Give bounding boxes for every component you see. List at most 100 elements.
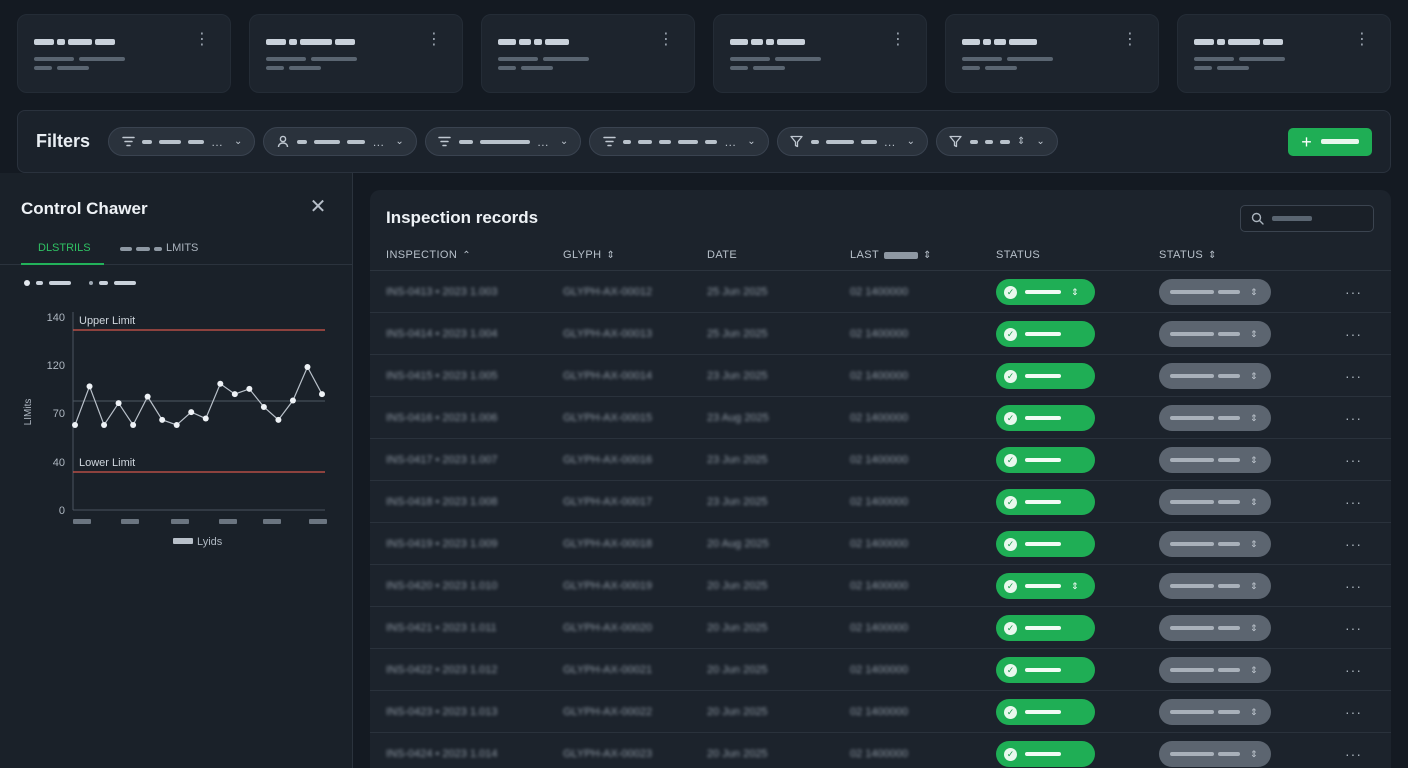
summary-card[interactable]: ⋮: [945, 14, 1159, 93]
status-select[interactable]: ⇕: [1159, 615, 1271, 641]
status-select[interactable]: ⇕: [1159, 699, 1271, 725]
y-tick-label: 120: [47, 360, 65, 372]
table-row[interactable]: INS-0413 • 2023 1.003 GLYPH-AX-00012 25 …: [370, 271, 1391, 313]
filter-chip[interactable]: … ⌄: [589, 127, 769, 156]
cell-glyph: GLYPH-AX-00021: [563, 664, 653, 676]
status-badge[interactable]: ✓ ⇕: [996, 279, 1095, 305]
summary-card[interactable]: ⋮: [481, 14, 695, 93]
check-icon: ✓: [1004, 579, 1017, 593]
status-select[interactable]: ⇕: [1159, 405, 1271, 431]
table-row[interactable]: INS-0420 • 2023 1.010 GLYPH-AX-00019 20 …: [370, 565, 1391, 607]
close-icon[interactable]: ✕: [307, 197, 329, 219]
summary-card[interactable]: ⋮: [713, 14, 927, 93]
check-icon: ✓: [1004, 621, 1017, 635]
kebab-icon[interactable]: ···: [1345, 452, 1362, 468]
table-row[interactable]: INS-0415 • 2023 1.005 GLYPH-AX-00014 23 …: [370, 355, 1391, 397]
table-row[interactable]: INS-0419 • 2023 1.009 GLYPH-AX-00018 20 …: [370, 523, 1391, 565]
status-select[interactable]: ⇕: [1159, 741, 1271, 767]
kebab-icon[interactable]: ⋮: [890, 32, 906, 48]
status-badge[interactable]: ✓: [996, 657, 1095, 683]
status-select[interactable]: ⇕: [1159, 573, 1271, 599]
tab-details[interactable]: DLSTRILS: [21, 235, 104, 265]
status-badge[interactable]: ✓: [996, 447, 1095, 473]
filter-chip[interactable]: … ⌄: [108, 127, 256, 156]
filter-chip[interactable]: … ⌄: [424, 127, 582, 156]
table-row[interactable]: INS-0417 • 2023 1.007 GLYPH-AX-00016 23 …: [370, 439, 1391, 481]
status-badge[interactable]: ✓: [996, 531, 1095, 557]
y-tick-label: 140: [47, 312, 65, 324]
kebab-icon[interactable]: ···: [1345, 746, 1362, 762]
add-button[interactable]: +: [1288, 127, 1372, 156]
cell-date: 20 Jun 2025: [707, 748, 768, 760]
kebab-icon[interactable]: ···: [1345, 620, 1362, 636]
kebab-icon[interactable]: ···: [1345, 578, 1362, 594]
status-badge[interactable]: ✓: [996, 489, 1095, 515]
cell-glyph: GLYPH-AX-00022: [563, 706, 653, 718]
status-select[interactable]: ⇕: [1159, 447, 1271, 473]
data-point: [304, 364, 311, 370]
sort-icon: ⇕: [1071, 580, 1079, 591]
col-date[interactable]: DATE: [707, 249, 737, 261]
status-badge[interactable]: ✓: [996, 321, 1095, 347]
kebab-icon[interactable]: ⋮: [426, 32, 442, 48]
status-badge[interactable]: ✓: [996, 405, 1095, 431]
kebab-icon[interactable]: ⋮: [1122, 32, 1138, 48]
cell-date: 23 Jun 2025: [707, 496, 768, 508]
table-row[interactable]: INS-0418 • 2023 1.008 GLYPH-AX-00017 23 …: [370, 481, 1391, 523]
status-badge[interactable]: ✓: [996, 363, 1095, 389]
filter-chip[interactable]: … ⌄: [776, 127, 928, 156]
x-tick-label: [73, 519, 91, 524]
sort-icon: ⇕: [923, 249, 932, 261]
cell-inspection: INS-0417 • 2023 1.007: [386, 454, 498, 466]
sort-icon: ⇕: [1250, 454, 1258, 465]
status-select[interactable]: ⇕: [1159, 279, 1271, 305]
filter-chip[interactable]: … ⌄: [263, 127, 417, 156]
kebab-icon[interactable]: ···: [1345, 494, 1362, 510]
kebab-icon[interactable]: ···: [1345, 284, 1362, 300]
kebab-icon[interactable]: ···: [1345, 368, 1362, 384]
kebab-icon[interactable]: ···: [1345, 536, 1362, 552]
table-row[interactable]: INS-0424 • 2023 1.014 GLYPH-AX-00023 20 …: [370, 733, 1391, 768]
status-badge[interactable]: ✓ ⇕: [996, 573, 1095, 599]
col-status-2[interactable]: STATUS ⇕: [1159, 249, 1217, 261]
col-last-label: LAST: [850, 249, 880, 261]
col-glyph[interactable]: GLYPH ⇕: [563, 249, 615, 261]
check-icon: ✓: [1004, 411, 1017, 425]
status-badge[interactable]: ✓: [996, 699, 1095, 725]
table-row[interactable]: INS-0423 • 2023 1.013 GLYPH-AX-00022 20 …: [370, 691, 1391, 733]
search-input[interactable]: [1240, 205, 1374, 232]
kebab-icon[interactable]: ···: [1345, 410, 1362, 426]
cell-last: 02 1400000: [850, 454, 909, 466]
table-row[interactable]: INS-0422 • 2023 1.012 GLYPH-AX-00021 20 …: [370, 649, 1391, 691]
table-row[interactable]: INS-0416 • 2023 1.006 GLYPH-AX-00015 23 …: [370, 397, 1391, 439]
summary-card[interactable]: ⋮: [249, 14, 463, 93]
col-status[interactable]: STATUS: [996, 249, 1040, 261]
cell-last: 02 1400000: [850, 748, 909, 760]
cell-inspection: INS-0419 • 2023 1.009: [386, 538, 498, 550]
sort-asc-icon: ⌃: [462, 249, 472, 261]
kebab-icon[interactable]: ⋮: [658, 32, 674, 48]
tab-limits[interactable]: LMITS: [120, 235, 198, 265]
cell-inspection: INS-0423 • 2023 1.013: [386, 706, 498, 718]
table-row[interactable]: INS-0421 • 2023 1.011 GLYPH-AX-00020 20 …: [370, 607, 1391, 649]
col-inspection[interactable]: INSPECTION ⌃: [386, 249, 471, 261]
status-select[interactable]: ⇕: [1159, 321, 1271, 347]
table-row[interactable]: INS-0414 • 2023 1.004 GLYPH-AX-00013 25 …: [370, 313, 1391, 355]
kebab-icon[interactable]: ···: [1345, 326, 1362, 342]
status-select[interactable]: ⇕: [1159, 489, 1271, 515]
chevron-down-icon: ⌄: [747, 136, 756, 147]
status-badge[interactable]: ✓: [996, 615, 1095, 641]
filter-chip[interactable]: ⇕ ⌄: [935, 127, 1058, 156]
status-badge[interactable]: ✓: [996, 741, 1095, 767]
kebab-icon[interactable]: ⋮: [194, 32, 210, 48]
cell-last: 02 1400000: [850, 412, 909, 424]
kebab-icon[interactable]: ···: [1345, 704, 1362, 720]
summary-card[interactable]: ⋮: [1177, 14, 1391, 93]
col-last[interactable]: LAST ⇕: [850, 249, 932, 261]
kebab-icon[interactable]: ···: [1345, 662, 1362, 678]
status-select[interactable]: ⇕: [1159, 363, 1271, 389]
status-select[interactable]: ⇕: [1159, 657, 1271, 683]
summary-card[interactable]: ⋮: [17, 14, 231, 93]
status-select[interactable]: ⇕: [1159, 531, 1271, 557]
kebab-icon[interactable]: ⋮: [1354, 32, 1370, 48]
